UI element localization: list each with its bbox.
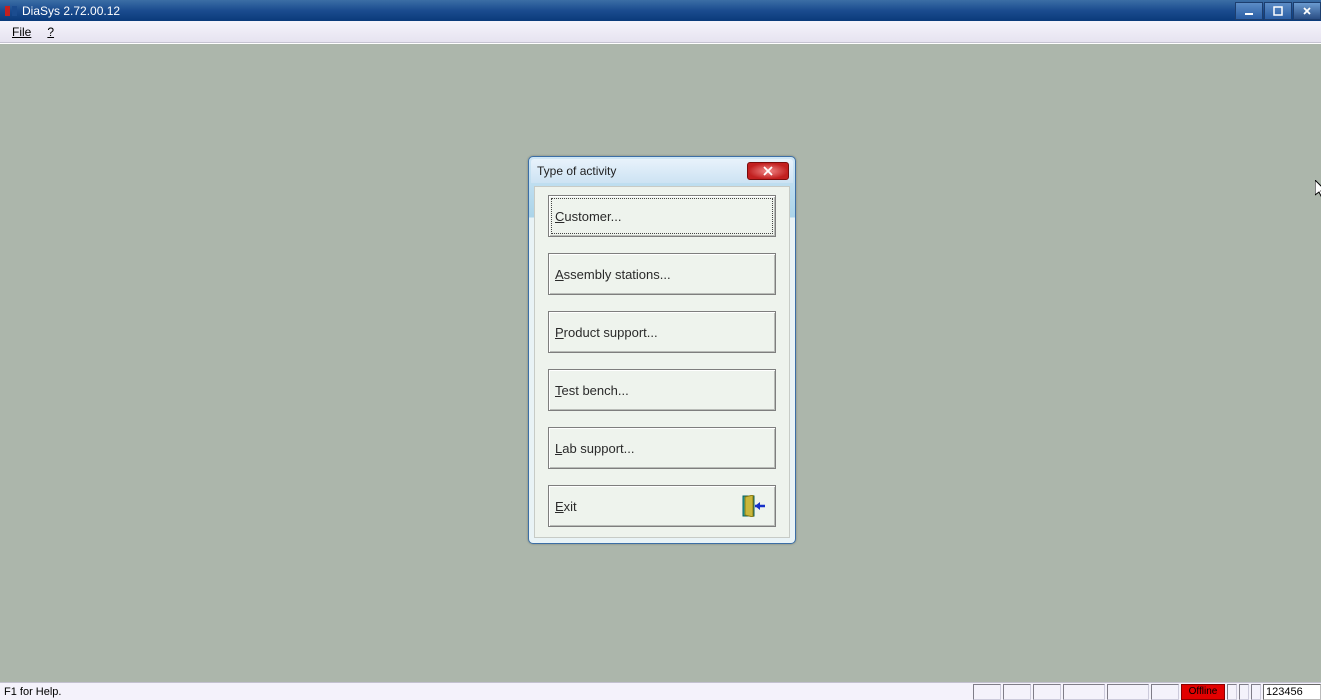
dialog-body: Customer... Assembly stations... Product… xyxy=(534,186,790,538)
button-label: ab support... xyxy=(562,441,634,456)
button-label: roduct support... xyxy=(564,325,658,340)
status-cell xyxy=(1151,684,1179,700)
mnemonic: E xyxy=(555,499,564,514)
menu-help-label: ? xyxy=(47,25,54,39)
button-label: est bench... xyxy=(562,383,629,398)
menu-file[interactable]: File xyxy=(4,23,39,41)
status-cell xyxy=(1227,684,1237,700)
assembly-stations-button[interactable]: Assembly stations... xyxy=(548,253,776,295)
mnemonic: P xyxy=(555,325,564,340)
dialog-titlebar: Type of activity xyxy=(531,159,793,183)
dialog-type-of-activity: Type of activity Customer... Assembly st… xyxy=(528,156,796,544)
close-icon xyxy=(762,166,774,176)
exit-button[interactable]: Exit xyxy=(548,485,776,527)
workspace: Type of activity Customer... Assembly st… xyxy=(0,43,1321,682)
status-help-text: F1 for Help. xyxy=(4,686,61,698)
status-cell xyxy=(1251,684,1261,700)
exit-door-icon xyxy=(741,495,767,517)
statusbar: F1 for Help. Offline xyxy=(0,682,1321,700)
lab-support-button[interactable]: Lab support... xyxy=(548,427,776,469)
status-cell xyxy=(1003,684,1031,700)
status-cell xyxy=(1107,684,1149,700)
maximize-button[interactable] xyxy=(1264,2,1292,20)
status-cell xyxy=(1033,684,1061,700)
menubar: File ? xyxy=(0,21,1321,43)
status-code-input[interactable] xyxy=(1263,684,1321,700)
button-label: ustomer... xyxy=(564,209,621,224)
minimize-button[interactable] xyxy=(1235,2,1263,20)
product-support-button[interactable]: Product support... xyxy=(548,311,776,353)
mouse-cursor-icon xyxy=(1315,180,1321,200)
dialog-close-button[interactable] xyxy=(747,162,789,180)
test-bench-button[interactable]: Test bench... xyxy=(548,369,776,411)
dialog-title: Type of activity xyxy=(537,164,616,178)
status-cell xyxy=(1239,684,1249,700)
mnemonic: A xyxy=(555,267,564,282)
statusbar-cells: Offline xyxy=(971,684,1321,700)
window-titlebar: DiaSys 2.72.00.12 xyxy=(0,0,1321,21)
status-cell xyxy=(1063,684,1105,700)
button-label: ssembly stations... xyxy=(564,267,671,282)
menu-file-label: File xyxy=(12,25,31,39)
window-title: DiaSys 2.72.00.12 xyxy=(22,4,120,18)
window-controls xyxy=(1234,2,1321,20)
mnemonic: C xyxy=(555,209,564,224)
app-icon xyxy=(4,4,18,18)
status-cell xyxy=(973,684,1001,700)
button-label: xit xyxy=(564,499,577,514)
status-offline-badge: Offline xyxy=(1181,684,1225,700)
customer-button[interactable]: Customer... xyxy=(548,195,776,237)
menu-help[interactable]: ? xyxy=(39,23,62,41)
close-button[interactable] xyxy=(1293,2,1321,20)
